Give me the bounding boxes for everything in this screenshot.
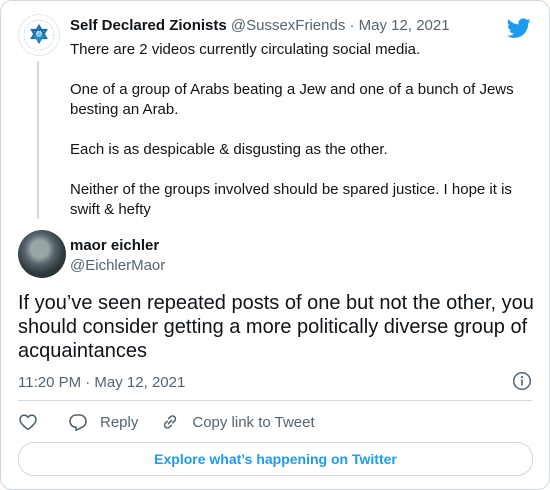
- divider: [18, 400, 532, 401]
- parent-display-name[interactable]: Self Declared Zionists: [70, 17, 227, 34]
- copy-link-label: Copy link to Tweet: [192, 413, 315, 431]
- parent-tweet-header: Self Declared Zionists @SussexFriends · …: [70, 17, 450, 34]
- like-button[interactable]: [18, 412, 38, 432]
- reply-icon: [69, 414, 87, 432]
- info-icon[interactable]: [512, 371, 532, 391]
- reply-label: Reply: [100, 413, 139, 431]
- main-display-name[interactable]: maor eichler: [70, 237, 159, 254]
- link-icon: [164, 415, 177, 429]
- explore-twitter-button[interactable]: Explore what’s happening on Twitter: [18, 442, 533, 476]
- main-handle[interactable]: @EichlerMaor: [70, 257, 165, 274]
- heart-icon: [19, 414, 37, 430]
- reply-button[interactable]: Reply: [68, 412, 138, 432]
- parent-paragraph: Neither of the groups involved should be…: [70, 181, 512, 218]
- parent-paragraph: Each is as despicable & disgusting as th…: [70, 141, 388, 158]
- main-tweet-text: If you’ve seen repeated posts of one but…: [18, 292, 534, 362]
- thread-connector-line: [37, 61, 39, 219]
- tweet-embed-card: Self Declared Zionists @SussexFriends · …: [0, 0, 550, 490]
- copy-link-button[interactable]: Copy link to Tweet: [160, 412, 315, 432]
- tweet-actions-bar: Reply Copy link to Tweet: [18, 411, 337, 433]
- header-separator: ·: [349, 17, 355, 34]
- parent-paragraph: One of a group of Arabs beating a Jew an…: [70, 81, 514, 118]
- parent-avatar[interactable]: [18, 14, 60, 56]
- tweet-timestamp[interactable]: 11:20 PM · May 12, 2021: [18, 374, 185, 391]
- parent-paragraph: There are 2 videos currently circulating…: [70, 41, 421, 58]
- parent-handle[interactable]: @SussexFriends: [231, 17, 345, 34]
- parent-date[interactable]: May 12, 2021: [359, 17, 450, 34]
- twitter-bird-icon[interactable]: [506, 16, 531, 40]
- parent-tweet-text: There are 2 videos currently circulating…: [70, 40, 530, 220]
- main-avatar[interactable]: [18, 230, 66, 278]
- star-of-david-logo-icon: [23, 19, 55, 51]
